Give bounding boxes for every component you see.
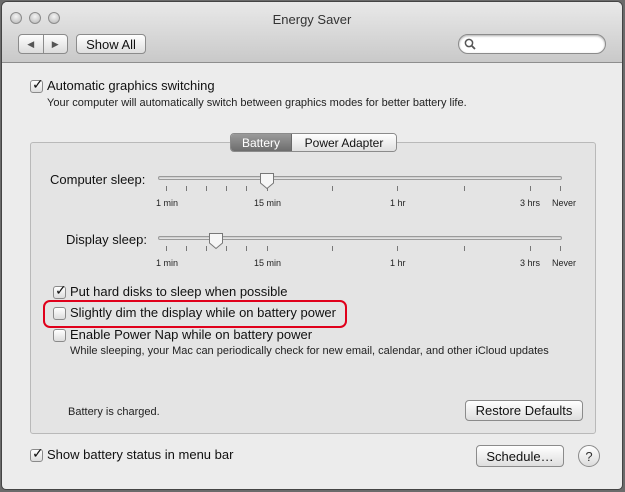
power-nap-label: Enable Power Nap while on battery power <box>70 327 313 342</box>
battery-status-text: Battery is charged. <box>68 406 160 418</box>
slider-tick <box>186 246 187 251</box>
computer-sleep-slider-thumb[interactable] <box>259 172 275 190</box>
display-sleep-label: Display sleep: <box>66 232 147 247</box>
tick-label-1-hr: 1 hr <box>390 198 406 208</box>
show-battery-status-label: Show battery status in menu bar <box>47 447 234 462</box>
dim-display-label: Slightly dim the display while on batter… <box>70 305 336 320</box>
slider-tick <box>246 186 247 191</box>
slider-tick <box>267 246 268 251</box>
slider-tick <box>166 246 167 251</box>
restore-defaults-button[interactable]: Restore Defaults <box>465 400 583 421</box>
tick-label-15-min: 15 min <box>254 198 282 208</box>
display-sleep-slider-thumb[interactable] <box>208 232 224 250</box>
checkmark-icon: ✓ <box>55 282 67 298</box>
dim-display-checkbox[interactable] <box>53 307 66 320</box>
tick-label-3-hrs: 3 hrs <box>520 258 541 268</box>
tick-label-never: Never <box>552 258 577 268</box>
show-all-button[interactable]: Show All <box>76 34 146 54</box>
tab-power-adapter[interactable]: Power Adapter <box>292 134 396 151</box>
search-icon <box>464 38 476 50</box>
slider-tick <box>530 186 531 191</box>
tick-label-1-hr: 1 hr <box>390 258 406 268</box>
slider-tick <box>530 246 531 251</box>
slider-tick <box>226 186 227 191</box>
tick-label-never: Never <box>552 198 577 208</box>
help-button[interactable]: ? <box>578 445 600 467</box>
checkmark-icon: ✓ <box>32 445 44 461</box>
tick-label-15-min: 15 min <box>254 258 282 268</box>
slider-tick <box>186 186 187 191</box>
slider-tick <box>246 246 247 251</box>
power-nap-checkbox[interactable] <box>53 329 66 342</box>
tab-battery[interactable]: Battery <box>231 134 292 151</box>
search-input[interactable] <box>479 36 599 51</box>
slider-tick <box>464 246 465 251</box>
computer-sleep-label: Computer sleep: <box>50 172 146 187</box>
tick-label-3-hrs: 3 hrs <box>520 198 541 208</box>
slider-tick <box>560 246 561 251</box>
computer-sleep-slider[interactable] <box>158 176 562 180</box>
title-bar: Energy Saver ◀ ▶ Show All <box>2 2 622 63</box>
slider-tick <box>464 186 465 191</box>
schedule-button[interactable]: Schedule… <box>476 445 564 467</box>
back-arrow-icon[interactable]: ◀ <box>19 35 44 53</box>
power-source-tabs: Battery Power Adapter <box>230 133 397 152</box>
back-forward-control: ◀ ▶ <box>18 34 68 54</box>
tick-label-1-min: 1 min <box>156 258 179 268</box>
power-nap-description: While sleeping, your Mac can periodicall… <box>70 345 549 357</box>
hard-disks-sleep-checkbox[interactable]: ✓ <box>53 282 67 299</box>
slider-tick <box>206 246 207 251</box>
slider-tick <box>397 246 398 251</box>
slider-tick <box>226 246 227 251</box>
window-title: Energy Saver <box>272 12 352 27</box>
checkmark-icon: ✓ <box>32 76 44 92</box>
slider-tick <box>166 186 167 191</box>
automatic-graphics-description: Your computer will automatically switch … <box>47 97 467 109</box>
slider-tick <box>560 186 561 191</box>
automatic-graphics-checkbox[interactable]: ✓ <box>30 76 44 93</box>
forward-arrow-icon[interactable]: ▶ <box>44 35 68 53</box>
energy-saver-window: Energy Saver ◀ ▶ Show All ✓ Automatic gr… <box>2 2 622 489</box>
automatic-graphics-label: Automatic graphics switching <box>47 78 215 93</box>
show-battery-status-checkbox[interactable]: ✓ <box>30 445 44 462</box>
slider-tick <box>332 186 333 191</box>
slider-tick <box>397 186 398 191</box>
slider-tick <box>206 186 207 191</box>
search-field[interactable] <box>458 34 606 54</box>
hard-disks-sleep-label: Put hard disks to sleep when possible <box>70 284 288 299</box>
slider-tick <box>332 246 333 251</box>
tick-label-1-min: 1 min <box>156 198 179 208</box>
